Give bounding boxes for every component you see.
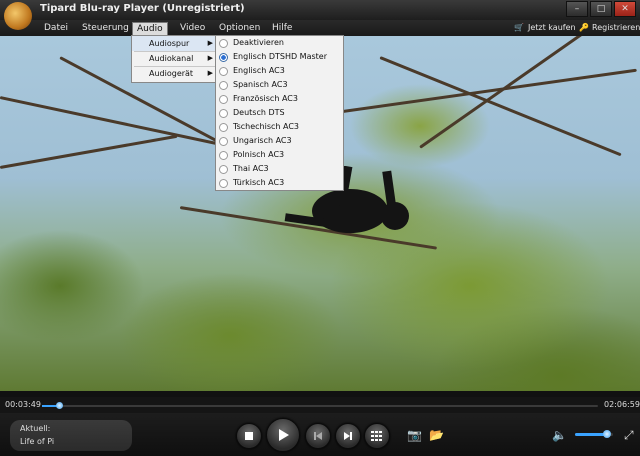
- control-bar: Aktuell: Life of Pi 📷 📂 🔈 ⤢: [0, 413, 640, 456]
- audio-track-item[interactable]: Spanisch AC3: [216, 78, 343, 92]
- audio-track-menu: Deaktivieren Englisch DTSHD Master Engli…: [215, 35, 344, 191]
- audio-menu-audiospur[interactable]: Audiospur ▶: [132, 36, 217, 51]
- audio-track-item[interactable]: Thai AC3: [216, 162, 343, 176]
- audio-track-item[interactable]: Deutsch DTS: [216, 106, 343, 120]
- camera-icon[interactable]: 📷: [407, 428, 422, 442]
- previous-button[interactable]: [305, 423, 331, 449]
- buy-now-link[interactable]: Jetzt kaufen: [528, 22, 576, 34]
- title-bar: Tipard Blu-ray Player (Unregistriert) – …: [0, 0, 640, 20]
- branch-shape: [0, 134, 178, 169]
- key-icon[interactable]: 🔑: [579, 22, 589, 34]
- arrow-right-icon: ▶: [207, 39, 213, 47]
- seek-handle[interactable]: [55, 402, 63, 409]
- menu-video[interactable]: Video: [176, 22, 209, 34]
- radio-icon: [219, 95, 228, 104]
- audio-track-item[interactable]: Französisch AC3: [216, 92, 343, 106]
- audio-track-item[interactable]: Englisch DTSHD Master: [216, 50, 343, 64]
- seek-slider[interactable]: [42, 402, 598, 409]
- maximize-button[interactable]: □: [590, 1, 612, 17]
- audio-track-item[interactable]: Tschechisch AC3: [216, 120, 343, 134]
- radio-selected-icon: [219, 53, 228, 62]
- radio-icon: [219, 179, 228, 188]
- previous-icon: [314, 432, 322, 440]
- radio-icon: [219, 109, 228, 118]
- fullscreen-icon[interactable]: ⤢: [624, 428, 634, 442]
- branch-shape: [379, 56, 622, 157]
- chapter-menu-button[interactable]: [364, 423, 390, 449]
- current-time: 00:03:49: [5, 400, 41, 409]
- next-icon: [344, 432, 352, 440]
- window-controls: – □ ✕: [566, 1, 636, 17]
- folder-icon[interactable]: 📂: [429, 428, 444, 442]
- grid-menu-icon: [371, 431, 382, 441]
- play-button[interactable]: [266, 418, 300, 452]
- seek-bar: 00:03:49 02:06:59: [0, 397, 640, 413]
- total-time: 02:06:59: [604, 400, 640, 409]
- stop-icon: [245, 432, 253, 440]
- play-icon: [279, 429, 289, 441]
- app-title: Tipard Blu-ray Player (Unregistriert): [40, 3, 245, 14]
- stop-button[interactable]: [236, 423, 262, 449]
- minimize-button[interactable]: –: [566, 1, 588, 17]
- radio-icon: [219, 165, 228, 174]
- menu-optionen[interactable]: Optionen: [215, 22, 264, 34]
- audio-menu-audiokanal[interactable]: Audiokanal ▶: [132, 51, 217, 66]
- speaker-icon[interactable]: 🔈: [552, 428, 567, 442]
- radio-icon: [219, 137, 228, 146]
- arrow-right-icon: ▶: [207, 54, 213, 62]
- audio-track-item[interactable]: Deaktivieren: [216, 36, 343, 50]
- close-button[interactable]: ✕: [614, 1, 636, 17]
- radio-icon: [219, 151, 228, 160]
- now-playing-label: Aktuell:: [20, 424, 51, 433]
- next-button[interactable]: [335, 423, 361, 449]
- now-playing-panel: Aktuell: Life of Pi: [10, 420, 132, 451]
- menu-audio[interactable]: Audio: [132, 22, 168, 36]
- audio-track-item[interactable]: Englisch AC3: [216, 64, 343, 78]
- audio-track-item[interactable]: Türkisch AC3: [216, 176, 343, 190]
- radio-icon: [219, 39, 228, 48]
- radio-icon: [219, 81, 228, 90]
- menu-datei[interactable]: Datei: [40, 22, 72, 34]
- menu-bar: Datei Steuerung Audio Video Optionen Hil…: [0, 20, 640, 36]
- menu-hilfe[interactable]: Hilfe: [268, 22, 296, 34]
- audio-menu-audiogeraet[interactable]: Audiogerät ▶: [132, 66, 217, 81]
- audio-track-item[interactable]: Ungarisch AC3: [216, 134, 343, 148]
- arrow-right-icon: ▶: [207, 69, 213, 77]
- cart-icon[interactable]: 🛒: [514, 22, 524, 34]
- audio-track-item[interactable]: Polnisch AC3: [216, 148, 343, 162]
- audio-menu: Audiospur ▶ Audiokanal ▶ Audiogerät ▶: [131, 35, 218, 83]
- volume-slider[interactable]: [575, 430, 613, 438]
- radio-icon: [219, 123, 228, 132]
- app-logo-icon: [4, 2, 32, 30]
- menu-steuerung[interactable]: Steuerung: [78, 22, 133, 34]
- radio-icon: [219, 67, 228, 76]
- register-link[interactable]: Registrieren: [592, 22, 640, 34]
- now-playing-title: Life of Pi: [20, 437, 55, 446]
